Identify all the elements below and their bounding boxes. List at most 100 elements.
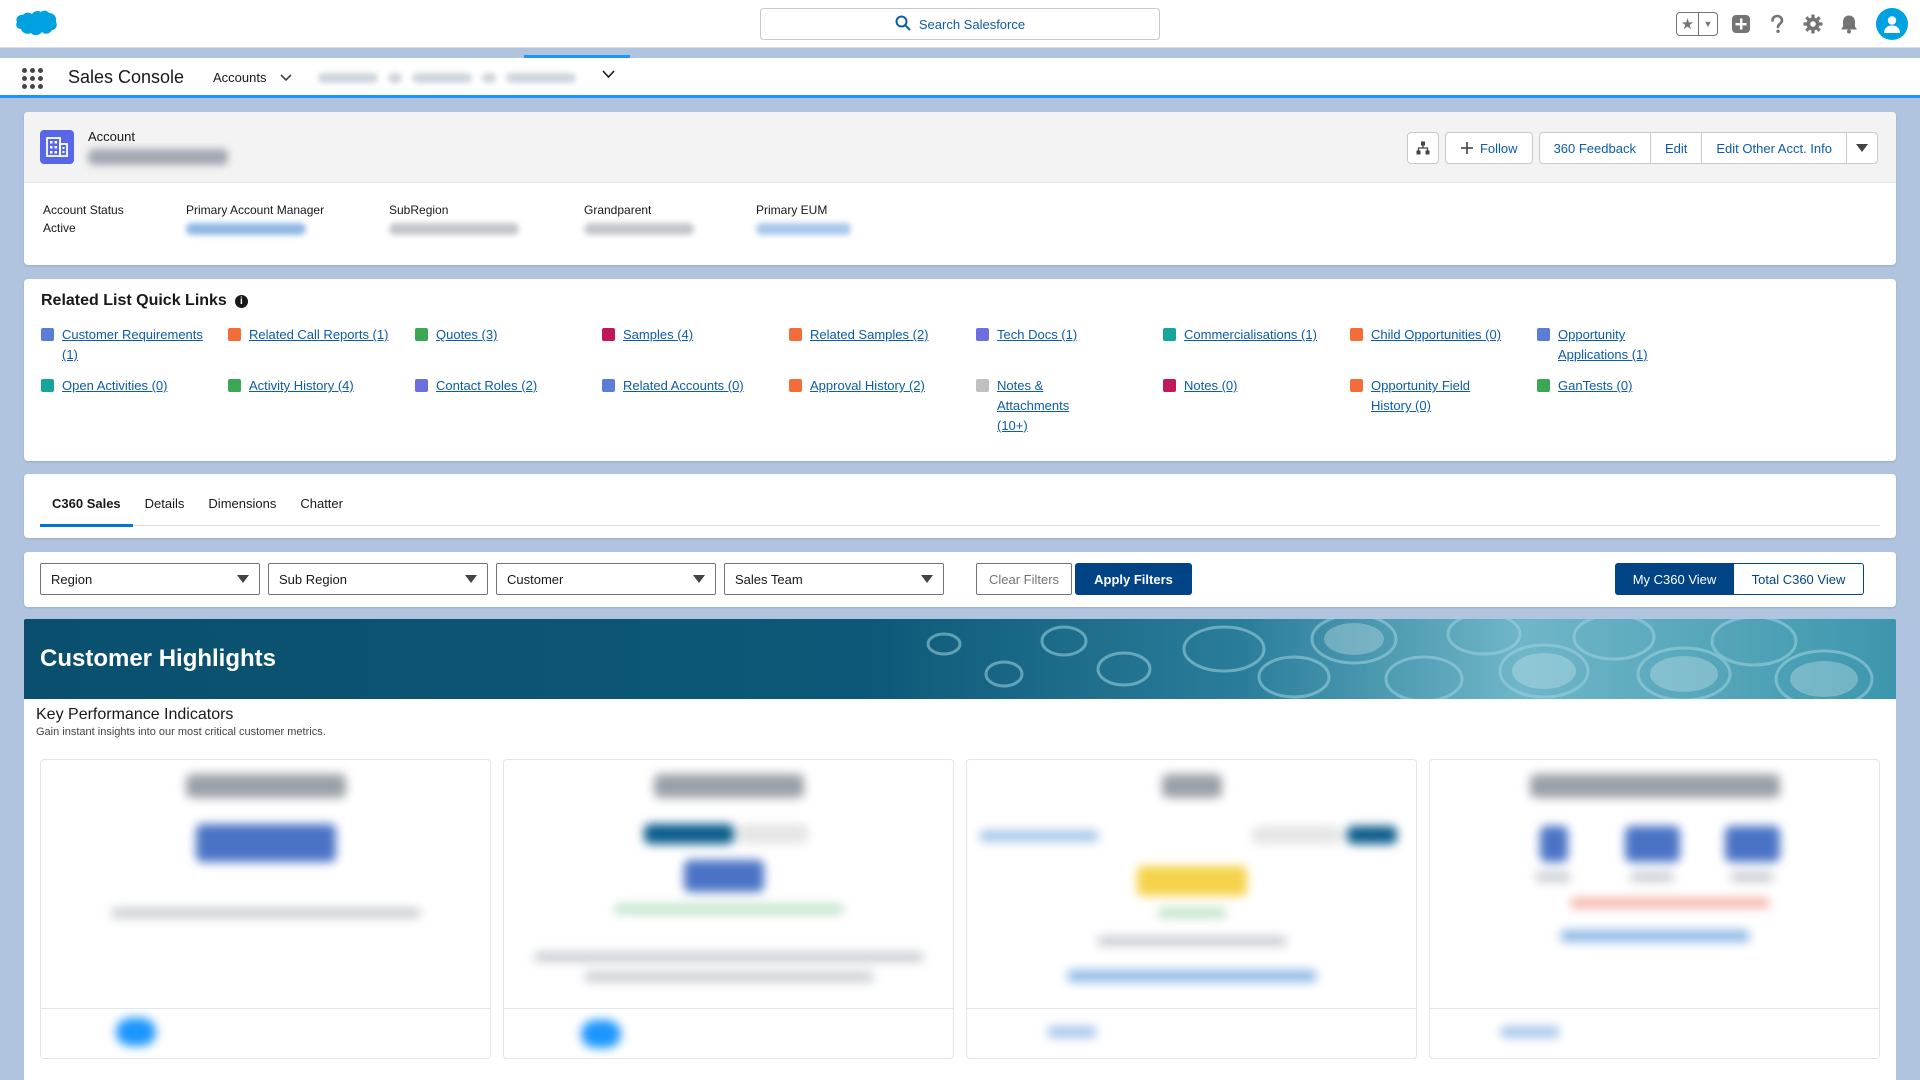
- list-icon: [789, 379, 802, 392]
- more-actions-button[interactable]: [1846, 132, 1878, 164]
- global-actions-add-icon[interactable]: [1728, 11, 1754, 37]
- field-value: Active: [43, 221, 76, 235]
- clear-filters-button[interactable]: Clear Filters: [976, 563, 1072, 595]
- field-value-redacted[interactable]: [756, 223, 851, 235]
- quick-link[interactable]: Quotes (3): [415, 325, 587, 345]
- quick-link-label[interactable]: Quotes (3): [436, 325, 497, 345]
- record-actions: Follow 360 Feedback Edit Edit Other Acct…: [1406, 132, 1878, 164]
- banner-texture-image: [926, 619, 1874, 699]
- quick-link-label[interactable]: Related Samples (2): [810, 325, 929, 345]
- quick-link[interactable]: Child Opportunities (0): [1350, 325, 1522, 345]
- sub-region-select[interactable]: Sub Region: [268, 563, 488, 595]
- list-icon: [602, 379, 615, 392]
- workspace-tabs-redacted[interactable]: [310, 62, 630, 94]
- tab-c360-sales[interactable]: C360 Sales: [40, 490, 133, 527]
- user-avatar[interactable]: [1876, 8, 1908, 40]
- kpi-card-success-rate: [503, 759, 954, 1059]
- my-c360-view-button[interactable]: My C360 View: [1615, 563, 1734, 595]
- quick-link[interactable]: Notes & Attachments (10+): [976, 376, 1101, 436]
- quick-link[interactable]: Commercialisations (1): [1163, 325, 1335, 345]
- sales-team-select[interactable]: Sales Team: [724, 563, 944, 595]
- total-c360-view-button[interactable]: Total C360 View: [1734, 563, 1864, 595]
- workspace-tab-chevron-down-icon[interactable]: [602, 70, 615, 79]
- field-primary-eum: Primary EUM: [756, 203, 851, 235]
- quick-link-label[interactable]: Notes & Attachments (10+): [997, 376, 1101, 436]
- favorite-star-icon[interactable]: ★: [1677, 13, 1699, 35]
- quick-link[interactable]: Opportunity Applications (1): [1537, 325, 1667, 365]
- quick-link-label[interactable]: Commercialisations (1): [1184, 325, 1317, 345]
- field-value-redacted: [389, 223, 519, 235]
- quick-link[interactable]: Approval History (2): [789, 376, 961, 396]
- global-header: Search Salesforce ★ ▼: [0, 0, 1920, 48]
- add-icon: [1460, 142, 1473, 154]
- quick-link-label[interactable]: Child Opportunities (0): [1371, 325, 1501, 345]
- quick-link-label[interactable]: Related Accounts (0): [623, 376, 744, 396]
- list-icon: [1163, 328, 1176, 341]
- quick-link[interactable]: Related Call Reports (1): [228, 325, 400, 345]
- follow-button[interactable]: Follow: [1444, 132, 1533, 164]
- list-icon: [1163, 379, 1176, 392]
- edit-button[interactable]: Edit: [1649, 132, 1703, 164]
- quick-link[interactable]: Tech Docs (1): [976, 325, 1148, 345]
- quick-link[interactable]: Related Accounts (0): [602, 376, 774, 396]
- quick-link-label[interactable]: Related Call Reports (1): [249, 325, 388, 345]
- quick-link[interactable]: Opportunity Field History (0): [1350, 376, 1470, 416]
- search-placeholder: Search Salesforce: [918, 16, 1026, 32]
- list-icon: [415, 328, 428, 341]
- quick-link-label[interactable]: Tech Docs (1): [997, 325, 1077, 345]
- quick-link-label[interactable]: Opportunity Field History (0): [1371, 376, 1470, 416]
- region-select[interactable]: Region: [40, 563, 260, 595]
- active-tab-indicator: [524, 55, 630, 58]
- quick-link[interactable]: Contact Roles (2): [415, 376, 587, 396]
- quick-link-label[interactable]: GanTests (0): [1558, 376, 1632, 396]
- list-icon: [976, 379, 989, 392]
- list-icon: [41, 328, 54, 341]
- field-value-redacted[interactable]: [186, 223, 306, 235]
- quick-link-label[interactable]: Open Activities (0): [62, 376, 168, 396]
- quick-link[interactable]: Samples (4): [602, 325, 774, 345]
- app-launcher-icon[interactable]: [22, 68, 44, 90]
- field-primary-account-manager: Primary Account Manager: [186, 203, 324, 235]
- kpi-card-otif: [966, 759, 1417, 1059]
- quick-link[interactable]: Activity History (4): [228, 376, 400, 396]
- quick-link-label[interactable]: Notes (0): [1184, 376, 1237, 396]
- chevron-down-icon[interactable]: [280, 73, 293, 82]
- customer-select[interactable]: Customer: [496, 563, 716, 595]
- quick-link-label[interactable]: Customer Requirements (1): [62, 325, 213, 365]
- global-search-input[interactable]: Search Salesforce: [760, 8, 1160, 40]
- quick-link-label[interactable]: Samples (4): [623, 325, 693, 345]
- help-icon[interactable]: [1764, 11, 1790, 37]
- select-value: Sub Region: [279, 571, 347, 587]
- apply-filters-button[interactable]: Apply Filters: [1075, 563, 1192, 595]
- nav-item-accounts[interactable]: Accounts: [213, 70, 293, 85]
- user-icon: [1884, 16, 1900, 33]
- edit-other-acct-info-button[interactable]: Edit Other Acct. Info: [1701, 132, 1847, 164]
- field-account-status: Account Status Active: [43, 203, 124, 235]
- favorites-group: ★ ▼: [1676, 12, 1718, 36]
- tab-chatter[interactable]: Chatter: [288, 490, 355, 526]
- quick-link[interactable]: Open Activities (0): [41, 376, 213, 396]
- quick-link[interactable]: Related Samples (2): [789, 325, 961, 345]
- setup-gear-icon[interactable]: [1800, 11, 1826, 37]
- favorites-menu-chevron-icon[interactable]: ▼: [1699, 13, 1717, 35]
- tab-details[interactable]: Details: [133, 490, 197, 526]
- notifications-bell-icon[interactable]: [1836, 11, 1862, 37]
- quick-link-label[interactable]: Activity History (4): [249, 376, 354, 396]
- customer-highlights-title: Customer Highlights: [40, 645, 277, 672]
- feedback-360-button[interactable]: 360 Feedback: [1538, 132, 1651, 164]
- hierarchy-button[interactable]: [1406, 132, 1439, 164]
- dropdown-arrow-icon: [237, 575, 249, 583]
- quick-link-label[interactable]: Approval History (2): [810, 376, 925, 396]
- quick-link[interactable]: GanTests (0): [1537, 376, 1709, 396]
- quick-link[interactable]: Customer Requirements (1): [41, 325, 213, 365]
- info-icon[interactable]: i: [234, 294, 248, 308]
- quick-link-label[interactable]: Contact Roles (2): [436, 376, 537, 396]
- list-icon: [228, 328, 241, 341]
- quick-link[interactable]: Notes (0): [1163, 376, 1335, 396]
- tab-dimensions[interactable]: Dimensions: [196, 490, 288, 526]
- highlights-fields: Account Status Active Primary Account Ma…: [24, 183, 1896, 265]
- list-icon: [1350, 379, 1363, 392]
- salesforce-logo-icon[interactable]: [14, 9, 58, 39]
- quick-link-label[interactable]: Opportunity Applications (1): [1558, 325, 1667, 365]
- field-value-redacted[interactable]: [584, 223, 694, 235]
